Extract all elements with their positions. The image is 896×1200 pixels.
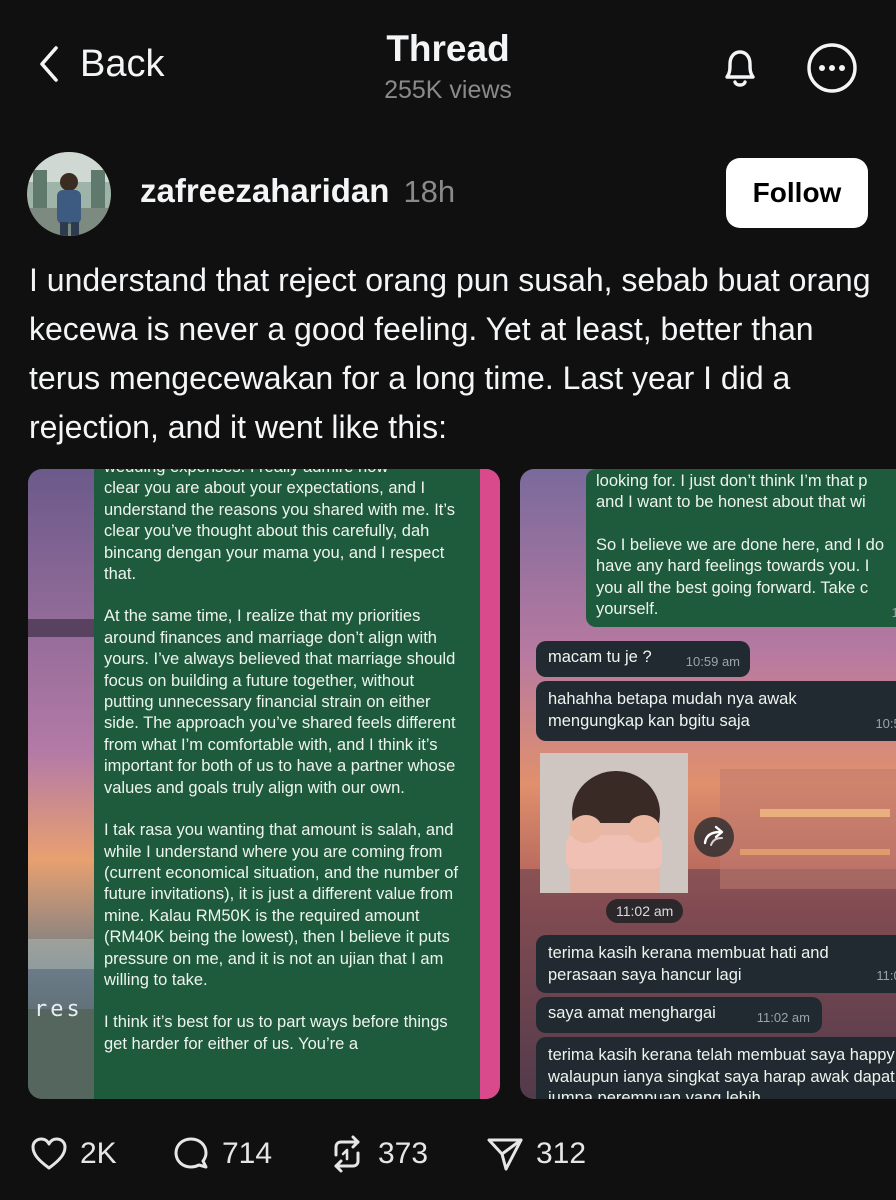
send-icon [487, 1138, 523, 1171]
like-button[interactable]: 2K [28, 1133, 117, 1175]
reply-count: 714 [222, 1137, 273, 1170]
comment-icon [174, 1137, 208, 1169]
message-time: 10:59 am [685, 654, 740, 670]
message-bubble-received: terima kasih kerana telah membuat saya h… [536, 1037, 896, 1099]
message-text: terima kasih kerana membuat hati and per… [548, 944, 829, 984]
long-message-bubble: wedding expenses. I really admire how cl… [94, 469, 480, 1099]
author-row: zafreezaharidan 18h [140, 172, 455, 210]
share-count: 312 [536, 1137, 587, 1170]
username[interactable]: zafreezaharidan [140, 172, 389, 210]
forward-icon[interactable] [692, 815, 736, 859]
top-bar: Back Thread 255K views [0, 0, 896, 130]
like-count: 2K [80, 1137, 117, 1170]
message-bubble-received: saya amat menghargai 11:02 am [536, 997, 822, 1033]
image-message[interactable] [540, 753, 688, 893]
message-bubble-received: macam tu je ? 10:59 am [536, 641, 750, 677]
message-text: macam tu je ? [548, 648, 652, 666]
avatar-photo [27, 152, 111, 236]
message-time: 10:59 [875, 716, 896, 732]
sent-timestamp: 10 [891, 604, 896, 620]
repost-count: 373 [378, 1137, 429, 1170]
message-paragraph-1: clear you are about your expectations, a… [104, 479, 455, 584]
sent-text-1: looking for. I just don’t think I’m that… [596, 472, 868, 512]
post-time: 18h [403, 174, 456, 209]
message-time: 11:02 am [756, 1010, 810, 1026]
message-bubble-sent: looking for. I just don’t think I’m that… [586, 469, 896, 627]
repost-button[interactable]: 373 [326, 1133, 428, 1175]
bell-icon[interactable] [712, 40, 768, 96]
message-text: hahahha betapa mudah nya awak mengungkap… [548, 690, 797, 730]
avatar[interactable] [27, 152, 111, 236]
attached-image-1[interactable]: wedding expenses. I really admire how cl… [28, 469, 500, 1099]
message-text: terima kasih kerana telah membuat saya h… [548, 1046, 895, 1099]
heart-icon [31, 1137, 67, 1170]
more-options-icon[interactable] [804, 40, 860, 96]
repost-icon [334, 1135, 360, 1173]
message-time: 11:02 [876, 968, 896, 984]
photo-timestamp: 11:02 am [606, 899, 684, 923]
message-bubble-received: hahahha betapa mudah nya awak mengungkap… [536, 681, 896, 741]
share-button[interactable]: 312 [484, 1133, 586, 1175]
message-paragraph-2: At the same time, I realize that my prio… [104, 607, 456, 797]
post-text: I understand that reject orang pun susah… [29, 262, 871, 445]
reply-button[interactable]: 714 [170, 1133, 272, 1175]
message-paragraph-3: I tak rasa you wanting that amount is sa… [104, 821, 459, 989]
message-text: saya amat menghargai [548, 1004, 716, 1022]
action-bar: 2K 714 373 312 [0, 1125, 896, 1185]
message-bubble-received: terima kasih kerana membuat hati and per… [536, 935, 896, 993]
crying-child-photo [540, 753, 688, 893]
message-partial-line: wedding expenses. I really admire how [104, 469, 468, 478]
follow-button[interactable]: Follow [726, 158, 868, 228]
wall-sign-text: res [34, 997, 83, 1022]
attached-image-2[interactable]: looking for. I just don’t think I’m that… [520, 469, 896, 1099]
sent-text-2: So I believe we are done here, and I do … [596, 535, 885, 619]
message-paragraph-4: I think it’s best for us to part ways be… [104, 1013, 448, 1053]
